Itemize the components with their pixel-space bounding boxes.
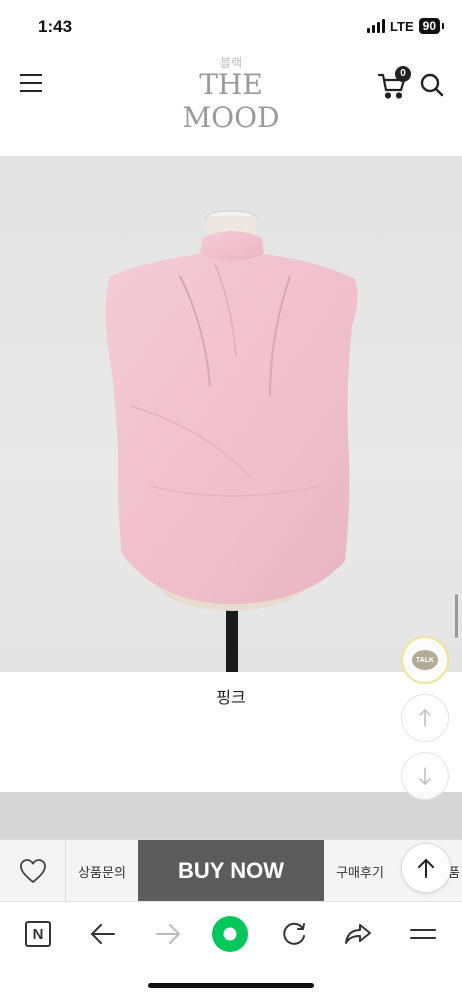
arrow-up-icon (419, 708, 431, 727)
next-product-image (0, 792, 462, 840)
product-image[interactable] (0, 156, 462, 672)
kakao-talk-button[interactable]: TALK (401, 636, 449, 684)
status-indicators: LTE 90 (367, 18, 445, 34)
menu-icon[interactable] (20, 74, 42, 94)
back-button[interactable] (85, 916, 121, 952)
product-caption: 핑크 (216, 688, 246, 707)
menu-lines-icon (410, 929, 436, 939)
signal-icon (367, 19, 386, 33)
cart-count-badge: 0 (395, 66, 411, 82)
search-icon[interactable] (420, 72, 444, 98)
arrow-down-icon (419, 767, 431, 786)
battery-icon: 90 (418, 18, 445, 34)
home-indicator[interactable] (148, 983, 314, 988)
talk-icon: TALK (412, 650, 438, 670)
refresh-button[interactable] (276, 916, 312, 952)
wishlist-button[interactable] (0, 840, 66, 902)
scrollbar-thumb[interactable] (455, 594, 458, 638)
status-time: 1:43 (38, 17, 73, 36)
reviews-button[interactable]: 구매후기 (324, 840, 396, 902)
naver-button[interactable]: N (20, 916, 56, 952)
home-icon (212, 916, 248, 952)
product-photo-illustration (105, 210, 358, 672)
share-icon (345, 924, 371, 944)
heart-icon (19, 859, 46, 883)
arrow-up-icon (418, 858, 434, 878)
header: 블랙 THE MOOD 0 (0, 54, 462, 134)
scroll-up-button[interactable] (401, 694, 449, 742)
refresh-icon (283, 922, 305, 945)
status-bar: 1:43 LTE 90 (0, 0, 462, 54)
share-button[interactable] (340, 916, 376, 952)
network-label: LTE (390, 18, 414, 34)
buy-now-button[interactable]: BUY NOW (138, 840, 324, 902)
scroll-down-button[interactable] (401, 752, 449, 800)
browser-menu-button[interactable] (405, 916, 441, 952)
naver-label: N (32, 925, 44, 943)
forward-arrow-icon (156, 924, 180, 944)
back-arrow-icon (91, 924, 115, 944)
forward-button[interactable] (150, 916, 186, 952)
home-button[interactable] (212, 916, 248, 952)
logo-text: THE MOOD (182, 68, 280, 134)
scroll-to-top-button[interactable] (401, 843, 451, 893)
purchase-action-bar: 상품문의 BUY NOW 구매후기 품 (0, 839, 462, 902)
product-inquiry-button[interactable]: 상품문의 (66, 840, 138, 902)
logo[interactable]: 블랙 THE MOOD (152, 54, 310, 134)
naver-icon: N (25, 921, 51, 947)
